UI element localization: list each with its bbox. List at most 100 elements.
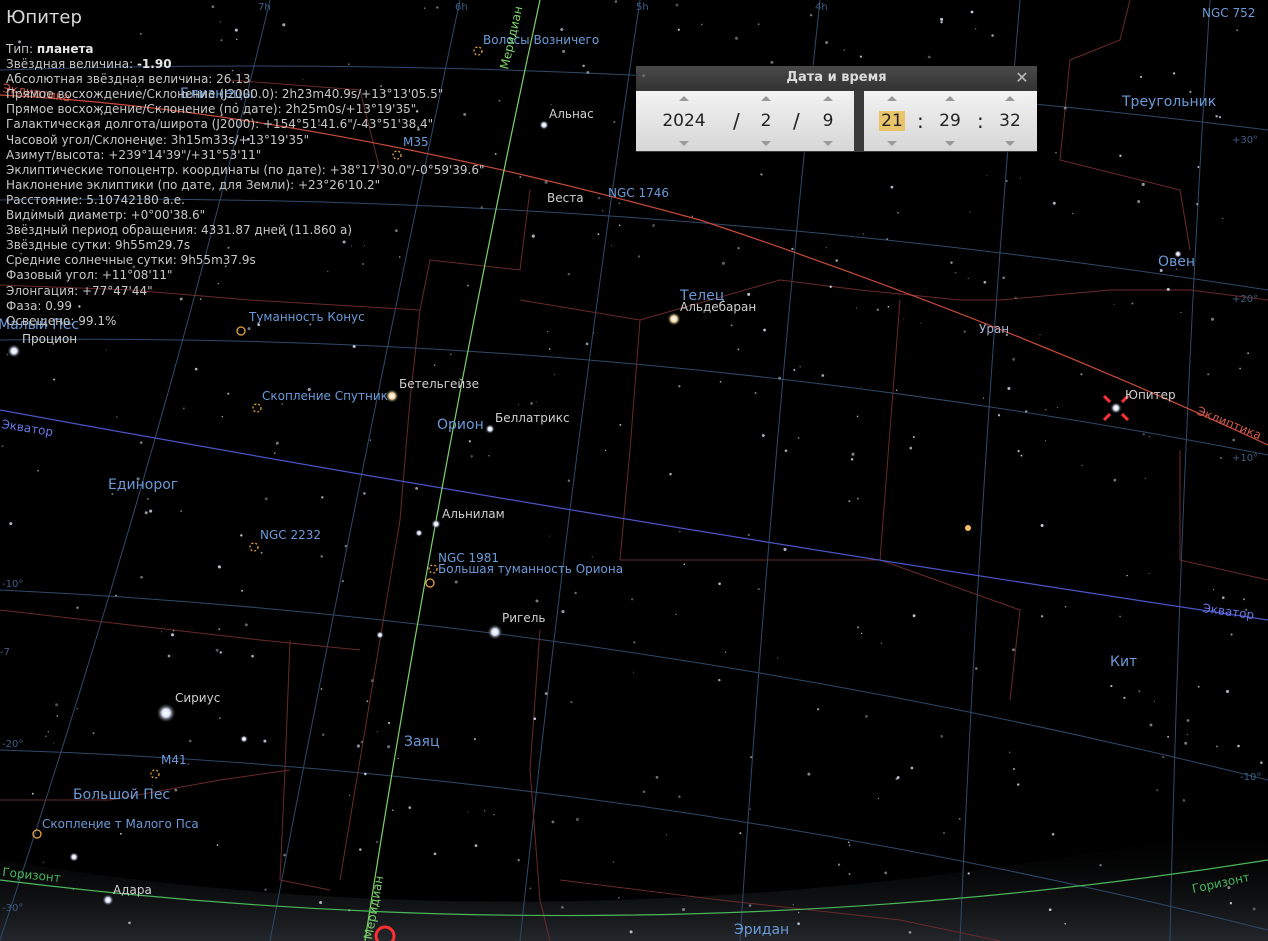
second-down-arrow-icon[interactable]	[1005, 141, 1015, 146]
background-star	[1237, 744, 1240, 748]
background-star	[360, 740, 364, 744]
star-label: Альнилам	[442, 507, 505, 521]
background-star	[544, 692, 548, 696]
background-star	[1012, 357, 1016, 361]
background-star	[1166, 287, 1170, 291]
background-star	[912, 614, 916, 618]
month-down-arrow-icon[interactable]	[761, 141, 771, 146]
background-star	[1180, 311, 1182, 314]
star-unnamed	[69, 852, 79, 862]
close-icon[interactable]: ✕	[1013, 69, 1031, 87]
background-star	[1081, 464, 1083, 467]
background-star	[484, 810, 486, 812]
hour-spinner[interactable]: 21	[872, 91, 912, 151]
year-spinner[interactable]: 2024	[650, 91, 718, 151]
month-up-arrow-icon[interactable]	[761, 96, 771, 101]
background-star	[1197, 166, 1200, 168]
star-label: Сириус	[175, 691, 220, 705]
background-star	[366, 700, 369, 703]
month-field[interactable]: 2	[748, 110, 784, 132]
star-rigel[interactable]	[487, 624, 503, 640]
star-bellatrix[interactable]	[485, 424, 495, 434]
background-star	[387, 745, 391, 749]
background-star	[173, 630, 175, 632]
background-star	[1172, 72, 1176, 75]
info-line: Галактическая долгота/широта (J2000): +1…	[6, 117, 434, 132]
background-star	[970, 10, 974, 14]
background-star	[799, 365, 801, 368]
constellation-label: Единорог	[108, 477, 178, 493]
background-star	[275, 441, 279, 445]
background-star	[613, 861, 615, 863]
background-star	[535, 401, 537, 403]
time-separator: :	[977, 109, 984, 133]
dialog-title-bar[interactable]: Дата и время	[636, 66, 1037, 90]
background-star	[76, 707, 78, 710]
background-star	[116, 416, 118, 418]
second-field[interactable]: 32	[990, 110, 1030, 132]
svg-text:+20°: +20°	[1232, 294, 1258, 305]
background-star	[369, 439, 372, 441]
info-line: Звёздный период обращения: 4331.87 дней …	[6, 223, 353, 238]
drag-grip-icon[interactable]: •	[641, 73, 646, 82]
background-star	[682, 908, 685, 911]
hour-up-arrow-icon[interactable]	[887, 96, 897, 101]
background-star	[825, 41, 829, 44]
background-star	[895, 389, 898, 391]
background-star	[1072, 212, 1074, 215]
minute-field[interactable]: 29	[930, 110, 970, 132]
background-star	[217, 565, 221, 569]
background-star	[760, 173, 763, 176]
background-star	[1215, 115, 1218, 118]
background-star	[683, 563, 686, 566]
planet-jupiter[interactable]	[1110, 402, 1122, 414]
background-star	[1048, 908, 1052, 912]
hour-down-arrow-icon[interactable]	[887, 141, 897, 146]
day-field[interactable]: 9	[808, 110, 848, 132]
background-star	[721, 261, 725, 265]
year-down-arrow-icon[interactable]	[679, 141, 689, 146]
background-star	[188, 739, 192, 743]
background-star	[585, 342, 589, 346]
background-star	[1119, 154, 1122, 157]
star-unnamed	[965, 525, 971, 531]
background-star	[829, 285, 832, 288]
minute-spinner[interactable]: 29	[930, 91, 970, 151]
background-star	[554, 373, 556, 375]
background-star	[1148, 573, 1150, 575]
day-spinner[interactable]: 9	[808, 91, 848, 151]
date-panel: 2024 / 2 / 9	[636, 91, 854, 151]
day-down-arrow-icon[interactable]	[823, 141, 833, 146]
star-procyon[interactable]	[7, 344, 21, 358]
background-star	[837, 863, 841, 866]
background-star	[856, 415, 859, 418]
background-star	[493, 813, 495, 816]
background-star	[551, 820, 555, 824]
minute-up-arrow-icon[interactable]	[945, 96, 955, 101]
year-field[interactable]: 2024	[650, 110, 718, 132]
star-alnilam[interactable]	[431, 519, 441, 529]
hour-field[interactable]: 21	[872, 110, 912, 132]
star-aldebaran[interactable]	[667, 312, 681, 326]
year-up-arrow-icon[interactable]	[679, 96, 689, 101]
background-star	[215, 648, 219, 652]
star-label: Адара	[113, 883, 152, 897]
minute-down-arrow-icon[interactable]	[945, 141, 955, 146]
background-star	[397, 757, 399, 760]
background-star	[575, 817, 579, 821]
background-star	[281, 403, 283, 405]
second-spinner[interactable]: 32	[990, 91, 1030, 151]
background-star	[1020, 454, 1023, 457]
background-star	[387, 721, 391, 725]
date-time-dialog[interactable]: Дата и время • ✕ 2024 / 2 / 9 21 : 29: …	[636, 66, 1037, 152]
month-spinner[interactable]: 2	[748, 91, 784, 151]
day-up-arrow-icon[interactable]	[823, 96, 833, 101]
background-star	[244, 623, 248, 627]
background-star	[1052, 201, 1056, 205]
second-up-arrow-icon[interactable]	[1005, 96, 1015, 101]
celestial-equator-line	[0, 409, 1268, 621]
background-star	[56, 715, 59, 717]
background-star	[376, 730, 379, 733]
background-star	[862, 233, 864, 235]
star-sirius[interactable]	[156, 703, 176, 723]
